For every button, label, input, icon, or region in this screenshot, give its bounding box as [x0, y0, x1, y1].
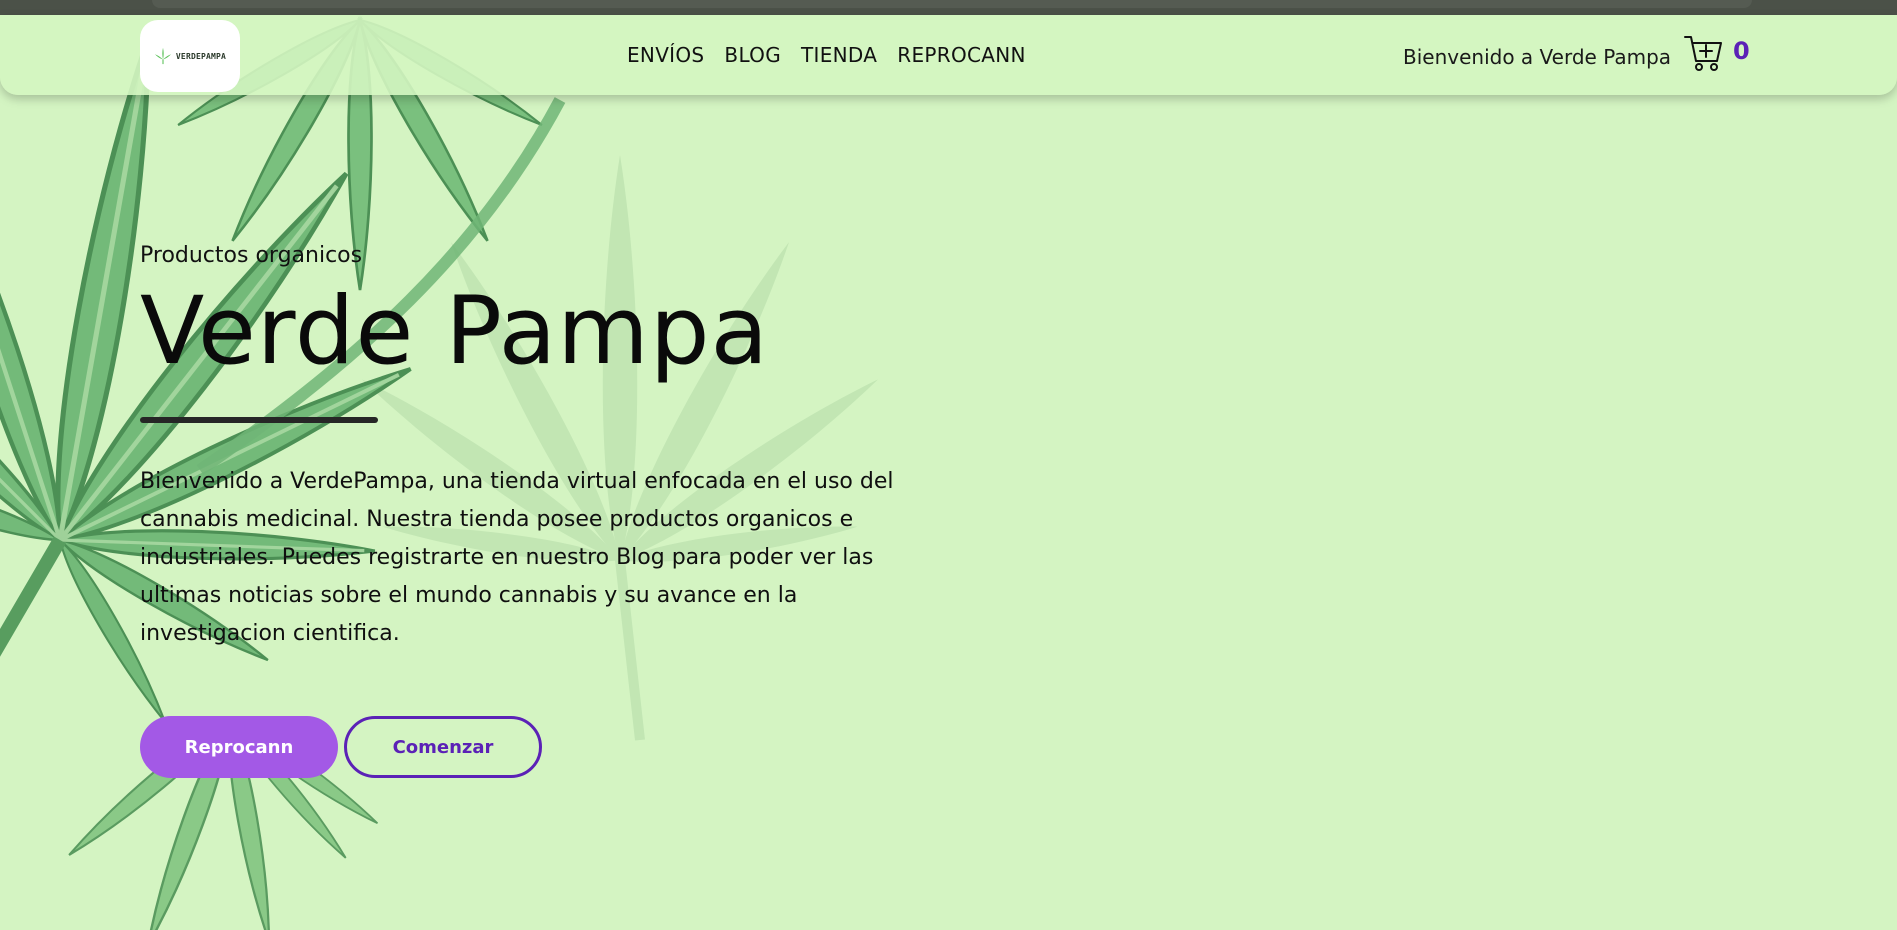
logo-wordmark: VERDEPAMPA	[175, 51, 227, 61]
cart-add-icon[interactable]	[1683, 33, 1725, 75]
cart-count: 0	[1733, 37, 1750, 65]
nav-item-tienda[interactable]: TIENDA	[801, 43, 877, 67]
site-logo[interactable]: VERDEPAMPA	[140, 20, 240, 92]
hero-description: Bienvenido a VerdePampa, una tienda virt…	[140, 469, 894, 646]
reprocann-button[interactable]: Reprocann	[140, 716, 338, 778]
nav-item-envios[interactable]: ENVÍOS	[627, 43, 704, 67]
cannabis-leaf-icon	[154, 47, 172, 65]
comenzar-button[interactable]: Comenzar	[344, 716, 542, 778]
hero-section: Productos organicos Verde Pampa Bienveni…	[140, 235, 940, 653]
nav-item-blog[interactable]: BLOG	[724, 43, 781, 67]
nav-item-reprocann[interactable]: REPROCANN	[897, 43, 1026, 67]
hero-title: Verde Pampa	[140, 277, 770, 386]
hero-divider	[140, 417, 378, 423]
main-nav: ENVÍOS BLOG TIENDA REPROCANN	[627, 43, 1026, 67]
welcome-message: Bienvenido a Verde Pampa	[1403, 45, 1672, 69]
site-header: VERDEPAMPA ENVÍOS BLOG TIENDA REPROCANN …	[0, 15, 1897, 95]
hero-actions: Reprocann Comenzar	[140, 716, 542, 778]
hero-eyebrow: Productos organicos	[140, 243, 363, 268]
